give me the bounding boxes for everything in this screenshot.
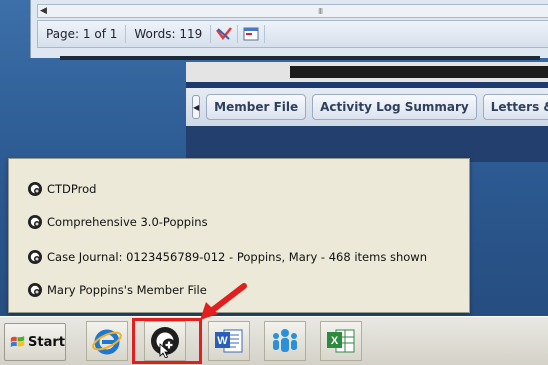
jump-list-item[interactable]: Mary Poppins's Member File bbox=[27, 280, 207, 300]
word-window: ◀ III Page: 1 of 1 Words: 119 bbox=[30, 0, 548, 58]
word-count-status[interactable]: Words: 119 bbox=[126, 25, 212, 43]
tab-member-file[interactable]: Member File bbox=[206, 94, 307, 120]
scroll-left-arrow-icon[interactable]: ◀ bbox=[40, 6, 47, 16]
scroll-thumb[interactable]: III bbox=[318, 7, 323, 16]
horizontal-scrollbar[interactable]: ◀ III bbox=[37, 4, 548, 18]
jump-list-item-label: Comprehensive 3.0-Poppins bbox=[47, 215, 208, 229]
start-button[interactable]: Start bbox=[4, 323, 66, 361]
window-divider bbox=[60, 56, 540, 60]
dark-panel bbox=[290, 66, 548, 78]
jump-list-item-label: CTDProd bbox=[47, 182, 97, 196]
excel-icon: X bbox=[327, 329, 355, 353]
tab-letters[interactable]: Letters & bbox=[482, 94, 548, 120]
people-icon bbox=[273, 329, 297, 352]
start-label: Start bbox=[28, 334, 65, 350]
app-top-strip bbox=[186, 62, 548, 82]
jump-list-item-label: Mary Poppins's Member File bbox=[47, 283, 207, 297]
app-body bbox=[186, 126, 548, 162]
spelling-check-icon[interactable] bbox=[211, 25, 239, 43]
taskbar-button-excel[interactable]: X bbox=[320, 321, 362, 361]
tab-activity-log-summary[interactable]: Activity Log Summary bbox=[312, 94, 477, 120]
macro-record-icon[interactable] bbox=[238, 25, 266, 43]
taskbar-button-internet-explorer[interactable] bbox=[86, 321, 128, 361]
jump-list-item[interactable]: CTDProd bbox=[27, 179, 96, 199]
app-launcher-icon bbox=[28, 283, 42, 297]
app-launcher-icon bbox=[28, 215, 42, 229]
word-icon: W bbox=[215, 329, 243, 353]
tab-bar: ◀ Member File Activity Log Summary Lette… bbox=[186, 88, 548, 126]
app-launcher-icon bbox=[28, 250, 42, 264]
jump-list-item[interactable]: Comprehensive 3.0-Poppins bbox=[27, 212, 208, 232]
windows-flag-icon bbox=[10, 336, 25, 348]
word-status-bar: Page: 1 of 1 Words: 119 bbox=[37, 20, 548, 48]
svg-text:X: X bbox=[331, 335, 339, 347]
taskbar: Start W X bbox=[0, 316, 548, 365]
red-arrow-icon bbox=[200, 283, 247, 320]
page-count-status[interactable]: Page: 1 of 1 bbox=[38, 25, 127, 43]
jump-list-item-label: Case Journal: 0123456789-012 - Poppins, … bbox=[47, 250, 427, 264]
internet-explorer-icon bbox=[92, 329, 122, 355]
app-launcher-icon bbox=[28, 182, 42, 196]
case-app-window: ◀ Member File Activity Log Summary Lette… bbox=[186, 62, 548, 162]
jump-list-item[interactable]: Case Journal: 0123456789-012 - Poppins, … bbox=[27, 247, 427, 267]
taskbar-button-people[interactable] bbox=[264, 321, 306, 361]
tab-scroll-left-icon[interactable]: ◀ bbox=[192, 95, 201, 119]
svg-text:W: W bbox=[217, 335, 228, 347]
